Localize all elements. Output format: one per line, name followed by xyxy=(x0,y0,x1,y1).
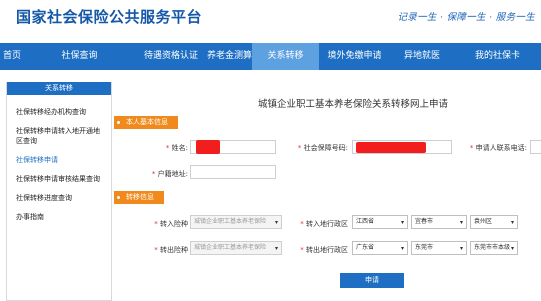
ss-number-redaction xyxy=(356,142,426,153)
household-field[interactable] xyxy=(190,165,276,179)
chevron-down-icon: ▾ xyxy=(510,245,514,252)
site-slogan: 记录一生 · 保障一生 · 服务一生 xyxy=(397,12,535,23)
phone-field[interactable] xyxy=(530,140,541,154)
name-label: * 姓名: xyxy=(165,144,188,152)
submit-button[interactable]: 申请 xyxy=(340,273,404,288)
nav-remote-medical[interactable]: 异地就医 xyxy=(390,43,454,70)
chevron-down-icon: ▾ xyxy=(274,219,278,226)
transfer-in-city-select[interactable]: 宜春市 ▾ xyxy=(411,215,467,229)
nav-social-security-query[interactable]: 社保查询 xyxy=(24,43,135,70)
nav-my-card[interactable]: 我的社保卡 xyxy=(454,43,541,70)
sidebar-item-progress[interactable]: 社保转移进度查询 xyxy=(7,191,111,205)
chevron-down-icon: ▾ xyxy=(459,219,463,226)
transfer-out-province-select[interactable]: 广东省 ▾ xyxy=(352,241,408,255)
site-title: 国家社会保险公共服务平台 xyxy=(16,8,203,26)
chevron-down-icon: ▾ xyxy=(510,219,514,226)
nav-relation-transfer[interactable]: 关系转移 xyxy=(252,43,319,70)
transfer-in-region-label: * 转入地行政区 xyxy=(300,220,348,228)
transfer-in-type-label: * 转入险种 xyxy=(154,220,188,228)
transfer-out-city-select[interactable]: 东莞市 ▾ xyxy=(411,241,467,255)
transfer-in-type-select[interactable]: 城镇企业职工基本养老保险 ▾ xyxy=(190,215,282,229)
sidebar-item-review-result[interactable]: 社保转移申请审核结果查询 xyxy=(7,172,111,186)
transfer-in-province-select[interactable]: 江西省 ▾ xyxy=(352,215,408,229)
sidebar: 关系转移 社保转移经办机构查询 社保转移申请转入地开通地区查询 社保转移申请 社… xyxy=(6,82,112,301)
nav-home[interactable]: 首页 xyxy=(0,43,24,70)
sidebar-item-region-query[interactable]: 社保转移申请转入地开通地区查询 xyxy=(7,124,111,148)
chevron-down-icon: ▾ xyxy=(400,219,404,226)
chevron-down-icon: ▾ xyxy=(400,245,404,252)
chevron-down-icon: ▾ xyxy=(274,245,278,252)
sidebar-item-guide[interactable]: 办事指南 xyxy=(7,210,111,224)
sidebar-item-agency-query[interactable]: 社保转移经办机构查询 xyxy=(7,105,111,119)
section-transfer-info: 转移信息 xyxy=(114,191,164,204)
chevron-down-icon: ▾ xyxy=(459,245,463,252)
transfer-out-region-label: * 转出地行政区 xyxy=(300,246,348,254)
section-basic-info: 本人基本信息 xyxy=(114,116,178,129)
form-title: 城镇企业职工基本养老保险关系转移网上申请 xyxy=(257,99,448,110)
transfer-out-type-select[interactable]: 城镇企业职工基本养老保险 ▾ xyxy=(190,241,282,255)
nav-qualification-auth[interactable]: 待遇资格认证 xyxy=(135,43,207,70)
sidebar-heading: 关系转移 xyxy=(7,82,111,95)
sidebar-item-transfer-apply[interactable]: 社保转移申请 xyxy=(7,153,111,167)
phone-label: * 申请人联系电话: xyxy=(469,144,527,152)
main-nav: 首页 社保查询 待遇资格认证 养老金测算 关系转移 境外免缴申请 异地就医 我的… xyxy=(0,43,541,70)
name-redaction xyxy=(196,140,220,154)
header: 国家社会保险公共服务平台 记录一生 · 保障一生 · 服务一生 xyxy=(0,0,541,42)
transfer-out-type-label: * 转出险种 xyxy=(154,246,188,254)
nav-overseas-exemption[interactable]: 境外免缴申请 xyxy=(319,43,390,70)
ss-number-label: * 社会保障号码: xyxy=(297,144,348,152)
transfer-out-district-select[interactable]: 东莞市市本级 ▾ xyxy=(470,241,518,255)
household-label: * 户籍地址: xyxy=(151,170,188,178)
nav-pension-calc[interactable]: 养老金测算 xyxy=(207,43,252,70)
transfer-in-district-select[interactable]: 袁州区 ▾ xyxy=(470,215,518,229)
